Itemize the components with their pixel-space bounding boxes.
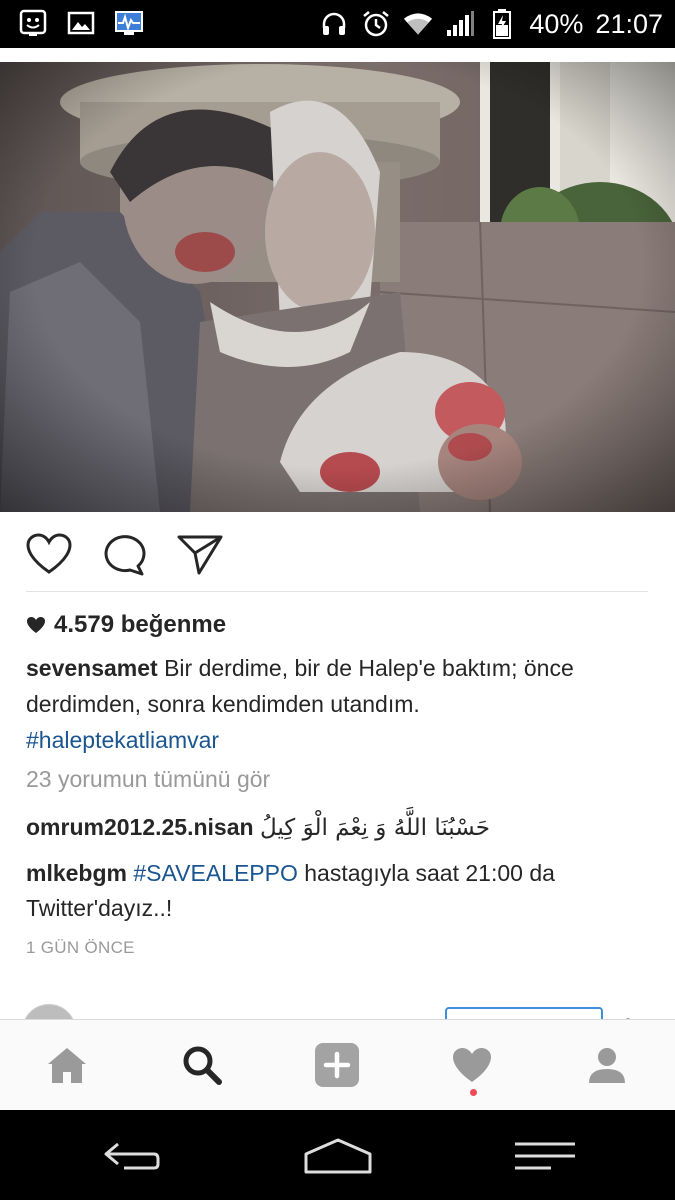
nav-add-post[interactable]	[310, 1038, 364, 1092]
clock: 21:07	[595, 8, 663, 39]
comment-hashtag[interactable]: #SAVEALEPPO	[133, 860, 298, 886]
post-actions	[0, 520, 675, 586]
comment-button[interactable]	[100, 532, 148, 576]
search-icon	[183, 1046, 222, 1085]
profile-icon	[589, 1048, 625, 1083]
nav-home[interactable]	[40, 1038, 94, 1092]
image-icon	[66, 8, 96, 38]
add-post-icon	[315, 1043, 359, 1087]
battery-percent: 40%	[529, 8, 584, 39]
comment-bubble-icon	[104, 535, 146, 576]
status-bar: 40% 21:07	[0, 0, 675, 48]
post-photo[interactable]	[0, 62, 675, 512]
heart-outline-icon	[26, 533, 72, 574]
signal-icon	[445, 9, 475, 39]
heart-filled-icon	[27, 617, 45, 633]
likes-count[interactable]: 4.579 beğenme	[26, 609, 226, 641]
comment-username[interactable]: mlkebgm	[26, 860, 127, 886]
system-home-button[interactable]	[298, 1134, 378, 1178]
comment-text: حَسْبُنَا اللَّهُ وَ نِعْمَ الْوَ كِيلُ	[259, 815, 490, 841]
system-nav-bar	[0, 1110, 675, 1200]
recents-icon	[515, 1142, 575, 1170]
headphones-icon	[319, 9, 349, 39]
home-icon	[48, 1048, 86, 1083]
send-paper-plane-icon	[177, 535, 223, 575]
comment-username[interactable]: omrum2012.25.nisan	[26, 814, 254, 840]
nav-profile[interactable]	[580, 1038, 634, 1092]
home-outline-icon	[304, 1138, 372, 1174]
post-timestamp: 1 GÜN ÖNCE	[26, 938, 135, 957]
back-icon	[104, 1142, 160, 1170]
top-spacer	[0, 48, 675, 62]
notification-face-icon	[18, 8, 48, 38]
caption-username[interactable]: sevensamet	[26, 655, 158, 681]
share-button[interactable]	[176, 532, 224, 576]
likes-label: 4.579 beğenme	[54, 611, 227, 638]
post-caption: sevensamet Bir derdime, bir de Halep'e b…	[26, 650, 651, 758]
system-recents-button[interactable]	[505, 1134, 585, 1178]
monitor-pulse-icon	[114, 8, 144, 38]
system-back-button[interactable]	[90, 1134, 170, 1178]
like-button[interactable]	[25, 532, 73, 576]
comment-item: omrum2012.25.nisan حَسْبُنَا اللَّهُ وَ …	[26, 810, 651, 846]
divider	[26, 591, 648, 592]
nav-activity[interactable]	[445, 1038, 499, 1092]
activity-heart-icon	[453, 1048, 491, 1082]
post-photo-art	[0, 62, 675, 512]
alarm-icon	[361, 9, 391, 39]
bottom-nav	[0, 1019, 675, 1110]
wifi-icon	[403, 9, 433, 39]
caption-hashtag[interactable]: #haleptekatliamvar	[26, 727, 219, 753]
view-all-comments-link[interactable]: 23 yorumun tümünü gör	[26, 766, 270, 793]
battery-icon	[487, 9, 517, 39]
nav-search[interactable]	[175, 1038, 229, 1092]
activity-notification-dot	[470, 1089, 477, 1096]
comment-item: mlkebgm #SAVEALEPPO hastagıyla saat 21:0…	[26, 856, 651, 926]
